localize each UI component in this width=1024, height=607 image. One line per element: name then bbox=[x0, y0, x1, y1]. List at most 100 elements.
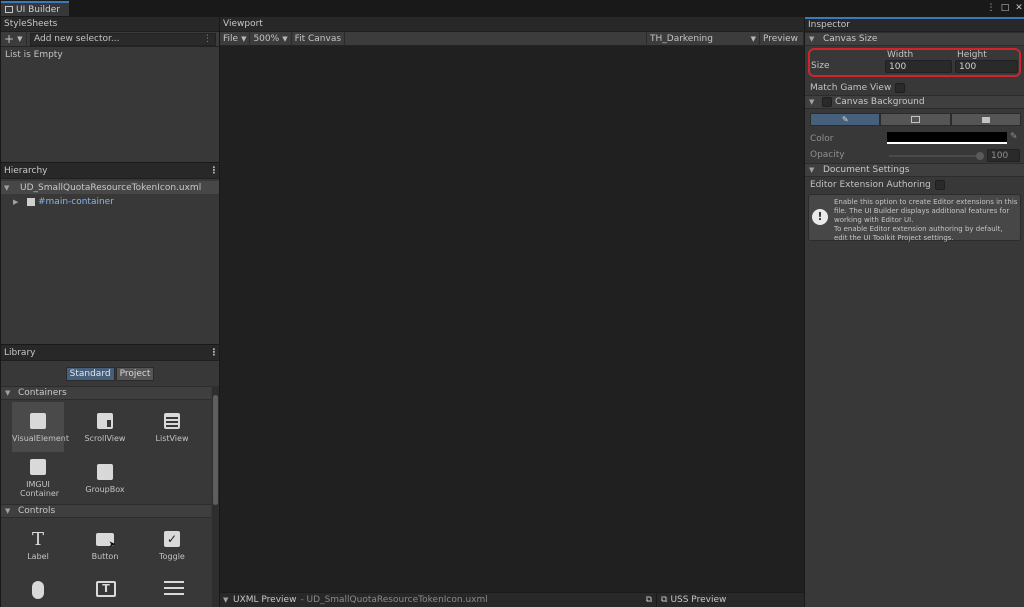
zoom-level: 500% bbox=[253, 33, 280, 44]
hierarchy-document-row[interactable]: ▼ UD_SmallQuotaResourceTokenIcon.uxml bbox=[1, 181, 219, 194]
info-icon: ! bbox=[812, 209, 828, 225]
window-menu-button[interactable]: ⋮ bbox=[985, 2, 997, 14]
controls-section-header[interactable]: ▼ Controls bbox=[1, 504, 211, 518]
library-title: Library bbox=[4, 347, 36, 358]
selector-options-icon[interactable]: ⋮ bbox=[203, 34, 212, 44]
stylesheets-header: StyleSheets bbox=[1, 17, 219, 32]
close-button[interactable]: ✕ bbox=[1013, 2, 1024, 14]
foldout-open-icon: ▼ bbox=[809, 166, 815, 174]
theme-dropdown[interactable]: TH_Darkening ▼ bbox=[646, 31, 760, 46]
maximize-button[interactable]: □ bbox=[999, 2, 1011, 14]
foldout-open-icon: ▼ bbox=[5, 389, 11, 397]
scroller-control-icon[interactable] bbox=[30, 581, 46, 601]
library-item-scrollview[interactable]: ScrollView bbox=[79, 402, 131, 452]
opacity-value: 100 bbox=[991, 150, 1009, 161]
plus-icon: + bbox=[4, 32, 15, 46]
color-label: Color bbox=[810, 134, 834, 144]
uss-preview-section[interactable]: ⧉ USS Preview bbox=[657, 593, 726, 607]
background-mode-group: ✎ bbox=[810, 113, 1021, 126]
library-item-button[interactable]: ➤ Button bbox=[79, 520, 131, 570]
viewport-title: Viewport bbox=[223, 19, 263, 29]
chevron-down-icon: ▼ bbox=[17, 35, 23, 43]
containers-section-header[interactable]: ▼ Containers bbox=[1, 386, 211, 400]
library-tab-project[interactable]: Project bbox=[115, 367, 155, 381]
viewport-canvas[interactable] bbox=[220, 47, 804, 592]
preview-button[interactable]: Preview bbox=[760, 31, 804, 46]
library-scrollbar-thumb[interactable] bbox=[213, 395, 218, 505]
library-menu-icon[interactable]: ⋮ bbox=[209, 348, 219, 358]
canvas-size-header[interactable]: ▼ Canvas Size bbox=[805, 32, 1024, 46]
document-settings-header[interactable]: ▼ Document Settings bbox=[805, 163, 1024, 177]
width-field[interactable]: 100 bbox=[885, 60, 952, 73]
open-external-icon[interactable]: ⧉ bbox=[646, 595, 652, 605]
image-icon bbox=[910, 116, 920, 123]
add-stylesheet-button[interactable]: + ▼ bbox=[1, 31, 27, 47]
containers-title: Containers bbox=[18, 388, 67, 398]
fit-canvas-button[interactable]: Fit Canvas bbox=[292, 31, 346, 46]
canvas-background-checkbox[interactable] bbox=[822, 97, 832, 107]
ui-builder-tab[interactable]: UI Builder bbox=[1, 1, 69, 16]
link-icon[interactable]: ⧉ bbox=[661, 595, 667, 605]
preview-label: Preview bbox=[763, 33, 799, 44]
library-item-label-control[interactable]: T Label bbox=[12, 520, 64, 570]
hierarchy-menu-icon[interactable]: ⋮ bbox=[209, 166, 219, 176]
editor-extension-checkbox[interactable] bbox=[934, 180, 945, 190]
window-tab-bar bbox=[0, 0, 1024, 16]
foldout-open-icon: ▼ bbox=[5, 507, 11, 515]
library-item-imgui-container[interactable]: IMGUI Container bbox=[12, 453, 64, 503]
library-item-groupbox[interactable]: GroupBox bbox=[79, 453, 131, 503]
file-menu-label: File bbox=[223, 33, 239, 44]
hierarchy-title: Hierarchy bbox=[4, 165, 48, 176]
element-box-icon bbox=[27, 197, 35, 206]
library-item-listview[interactable]: ListView bbox=[146, 402, 198, 452]
file-menu-button[interactable]: File ▼ bbox=[220, 31, 251, 46]
match-game-view-label: Match Game View bbox=[810, 83, 892, 93]
library-tab-standard[interactable]: Standard bbox=[65, 367, 115, 381]
library-item-label: Toggle bbox=[159, 552, 185, 561]
library-item-visualelement[interactable]: VisualElement bbox=[12, 402, 69, 452]
match-game-view-checkbox[interactable] bbox=[895, 83, 906, 93]
background-mode-camera[interactable] bbox=[950, 113, 1021, 126]
library-item-label: ListView bbox=[155, 434, 189, 443]
help-line-5: edit the UI Toolkit Project settings. bbox=[834, 234, 954, 242]
ui-builder-tab-label: UI Builder bbox=[16, 4, 60, 15]
opacity-slider-track[interactable] bbox=[889, 155, 981, 157]
help-line-2: file. The UI Builder displays additional… bbox=[834, 207, 1010, 215]
uxml-preview-label: UXML Preview bbox=[233, 595, 297, 605]
textfield-control-icon[interactable]: T bbox=[96, 581, 116, 601]
chevron-down-icon: ▼ bbox=[241, 34, 247, 43]
opacity-field[interactable]: 100 bbox=[987, 149, 1020, 162]
button-icon: ➤ bbox=[96, 530, 116, 550]
width-value: 100 bbox=[889, 61, 907, 72]
inspector-title: Inspector bbox=[808, 20, 850, 30]
hierarchy-element-row[interactable]: ▶ #main-container bbox=[1, 195, 219, 208]
ui-builder-window-icon bbox=[5, 6, 13, 13]
height-label: Height bbox=[957, 50, 987, 60]
stylesheets-title: StyleSheets bbox=[4, 19, 58, 29]
color-swatch[interactable] bbox=[887, 132, 1007, 144]
foldout-open-icon[interactable]: ▼ bbox=[223, 596, 233, 604]
selector-input[interactable]: Add new selector... ⋮ bbox=[30, 32, 216, 46]
color-picker-icon[interactable]: ✎ bbox=[1010, 132, 1018, 142]
background-mode-color[interactable]: ✎ bbox=[810, 113, 881, 126]
library-item-label: Button bbox=[91, 552, 119, 561]
library-scrollbar[interactable] bbox=[212, 386, 219, 607]
size-label: Size bbox=[811, 61, 830, 71]
theme-label: TH_Darkening bbox=[650, 33, 713, 44]
library-header: Library ⋮ bbox=[1, 345, 219, 361]
zoom-menu-button[interactable]: 500% ▼ bbox=[250, 31, 292, 46]
canvas-background-header[interactable]: ▼ Canvas Background bbox=[805, 95, 1024, 109]
foldout-closed-icon[interactable]: ▶ bbox=[13, 198, 23, 206]
listview-icon bbox=[163, 412, 181, 430]
library-item-toggle[interactable]: ✓ Toggle bbox=[146, 520, 198, 570]
stylesheets-empty-text: List is Empty bbox=[5, 50, 63, 60]
foldout-open-icon[interactable]: ▼ bbox=[4, 184, 14, 192]
controls-title: Controls bbox=[18, 506, 56, 516]
height-field[interactable]: 100 bbox=[955, 60, 1018, 73]
opacity-slider-handle[interactable] bbox=[976, 152, 984, 160]
viewport-header: Viewport bbox=[220, 17, 804, 32]
uxml-preview-section[interactable]: ▼ UXML Preview - UD_SmallQuotaResourceTo… bbox=[220, 592, 657, 607]
background-mode-image[interactable] bbox=[880, 113, 951, 126]
library-item-label: Label bbox=[27, 552, 49, 561]
foldout-control-icon[interactable] bbox=[164, 581, 184, 601]
